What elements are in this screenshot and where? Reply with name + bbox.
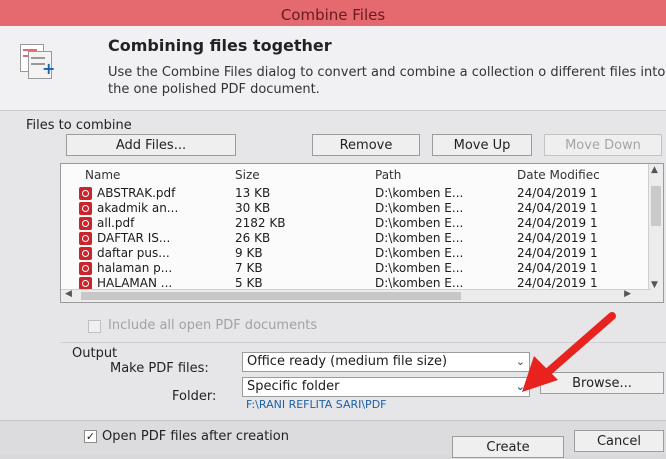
cancel-button[interactable]: Cancel	[574, 430, 664, 452]
pdf-file-icon	[79, 187, 92, 200]
file-row[interactable]: DAFTAR IS... 26 KB D:\komben E... 24/04/…	[61, 231, 651, 246]
file-name: HALAMAN ...	[97, 276, 173, 290]
file-row[interactable]: all.pdf 2182 KB D:\komben E... 24/04/201…	[61, 216, 651, 231]
chevron-down-icon: ⌄	[515, 380, 525, 393]
remove-button[interactable]: Remove	[312, 134, 420, 156]
open-after-creation-checkbox[interactable]: ✓	[84, 430, 97, 443]
checkmark-icon: ✓	[85, 430, 96, 443]
file-date: 24/04/2019 1	[517, 231, 598, 245]
combine-files-dialog: Combine Files + Combining files together…	[0, 0, 666, 458]
make-pdf-files-value: Office ready (medium file size)	[247, 354, 448, 369]
chevron-down-icon: ⌄	[515, 355, 525, 368]
horizontal-scrollbar[interactable]: ◀ ▶	[61, 289, 651, 302]
dialog-footer	[0, 420, 666, 455]
header-description: Use the Combine Files dialog to convert …	[108, 65, 666, 97]
file-name: akadmik an...	[97, 201, 179, 215]
horizontal-scroll-thumb[interactable]	[81, 292, 461, 300]
dialog-header: + Combining files together Use the Combi…	[0, 26, 666, 111]
browse-button[interactable]: Browse...	[540, 372, 664, 394]
add-files-button[interactable]: Add Files...	[66, 134, 236, 156]
move-down-button[interactable]: Move Down	[544, 134, 662, 156]
scroll-down-icon[interactable]: ▼	[651, 280, 658, 290]
file-path: D:\komben E...	[375, 231, 464, 245]
file-path: D:\komben E...	[375, 246, 464, 260]
pdf-file-icon	[79, 202, 92, 215]
folder-value: Specific folder	[247, 379, 340, 394]
folder-path: F:\RANI REFLITA SARI\PDF	[246, 398, 387, 411]
file-path: D:\komben E...	[375, 201, 464, 215]
column-header-path[interactable]: Path	[375, 168, 401, 182]
file-path: D:\komben E...	[375, 276, 464, 290]
make-pdf-files-label: Make PDF files:	[110, 361, 209, 376]
pdf-file-icon	[79, 232, 92, 245]
include-open-pdfs-checkbox[interactable]	[88, 320, 101, 333]
move-up-button[interactable]: Move Up	[432, 134, 532, 156]
file-name: all.pdf	[97, 216, 135, 230]
make-pdf-files-select[interactable]: Office ready (medium file size) ⌄	[242, 352, 530, 372]
open-after-creation-label: Open PDF files after creation	[102, 429, 289, 444]
file-date: 24/04/2019 1	[517, 261, 598, 275]
vertical-scrollbar[interactable]: ▲ ▼	[648, 164, 663, 302]
file-size: 26 KB	[235, 231, 271, 245]
file-path: D:\komben E...	[375, 186, 464, 200]
pdf-file-icon	[79, 217, 92, 230]
pdf-file-icon	[79, 262, 92, 275]
file-name: ABSTRAK.pdf	[97, 186, 176, 200]
file-path: D:\komben E...	[375, 261, 464, 275]
column-header-date[interactable]: Date Modifiec	[517, 168, 600, 182]
file-row[interactable]: ABSTRAK.pdf 13 KB D:\komben E... 24/04/2…	[61, 186, 651, 201]
file-name: DAFTAR IS...	[97, 231, 171, 245]
file-path: D:\komben E...	[375, 216, 464, 230]
file-date: 24/04/2019 1	[517, 186, 598, 200]
file-row[interactable]: daftar pus... 9 KB D:\komben E... 24/04/…	[61, 246, 651, 261]
folder-select[interactable]: Specific folder ⌄	[242, 377, 530, 397]
vertical-scroll-thumb[interactable]	[651, 186, 661, 226]
column-header-size[interactable]: Size	[235, 168, 260, 182]
file-row[interactable]: akadmik an... 30 KB D:\komben E... 24/04…	[61, 201, 651, 216]
file-size: 13 KB	[235, 186, 271, 200]
folder-label: Folder:	[172, 389, 217, 404]
file-name: daftar pus...	[97, 246, 170, 260]
file-size: 7 KB	[235, 261, 263, 275]
combine-files-icon: +	[20, 44, 55, 79]
file-date: 24/04/2019 1	[517, 276, 598, 290]
output-label: Output	[72, 346, 118, 361]
file-size: 9 KB	[235, 246, 263, 260]
create-button[interactable]: Create	[452, 436, 564, 458]
scroll-up-icon[interactable]: ▲	[651, 165, 658, 175]
file-size: 2182 KB	[235, 216, 286, 230]
header-title: Combining files together	[108, 36, 332, 55]
file-row[interactable]: halaman p... 7 KB D:\komben E... 24/04/2…	[61, 261, 651, 276]
scroll-left-icon[interactable]: ◀	[65, 289, 72, 299]
scroll-right-icon[interactable]: ▶	[624, 289, 631, 299]
include-open-pdfs-label: Include all open PDF documents	[108, 318, 318, 333]
file-size: 30 KB	[235, 201, 271, 215]
window-title: Combine Files	[0, 0, 666, 26]
file-date: 24/04/2019 1	[517, 201, 598, 215]
files-list[interactable]: Name Size Path Date Modifiec ABSTRAK.pdf…	[60, 163, 664, 303]
file-name: halaman p...	[97, 261, 173, 275]
file-size: 5 KB	[235, 276, 263, 290]
files-to-combine-label: Files to combine	[26, 118, 132, 133]
column-header-name[interactable]: Name	[85, 168, 120, 182]
section-divider	[60, 342, 666, 343]
file-date: 24/04/2019 1	[517, 246, 598, 260]
file-date: 24/04/2019 1	[517, 216, 598, 230]
pdf-file-icon	[79, 247, 92, 260]
